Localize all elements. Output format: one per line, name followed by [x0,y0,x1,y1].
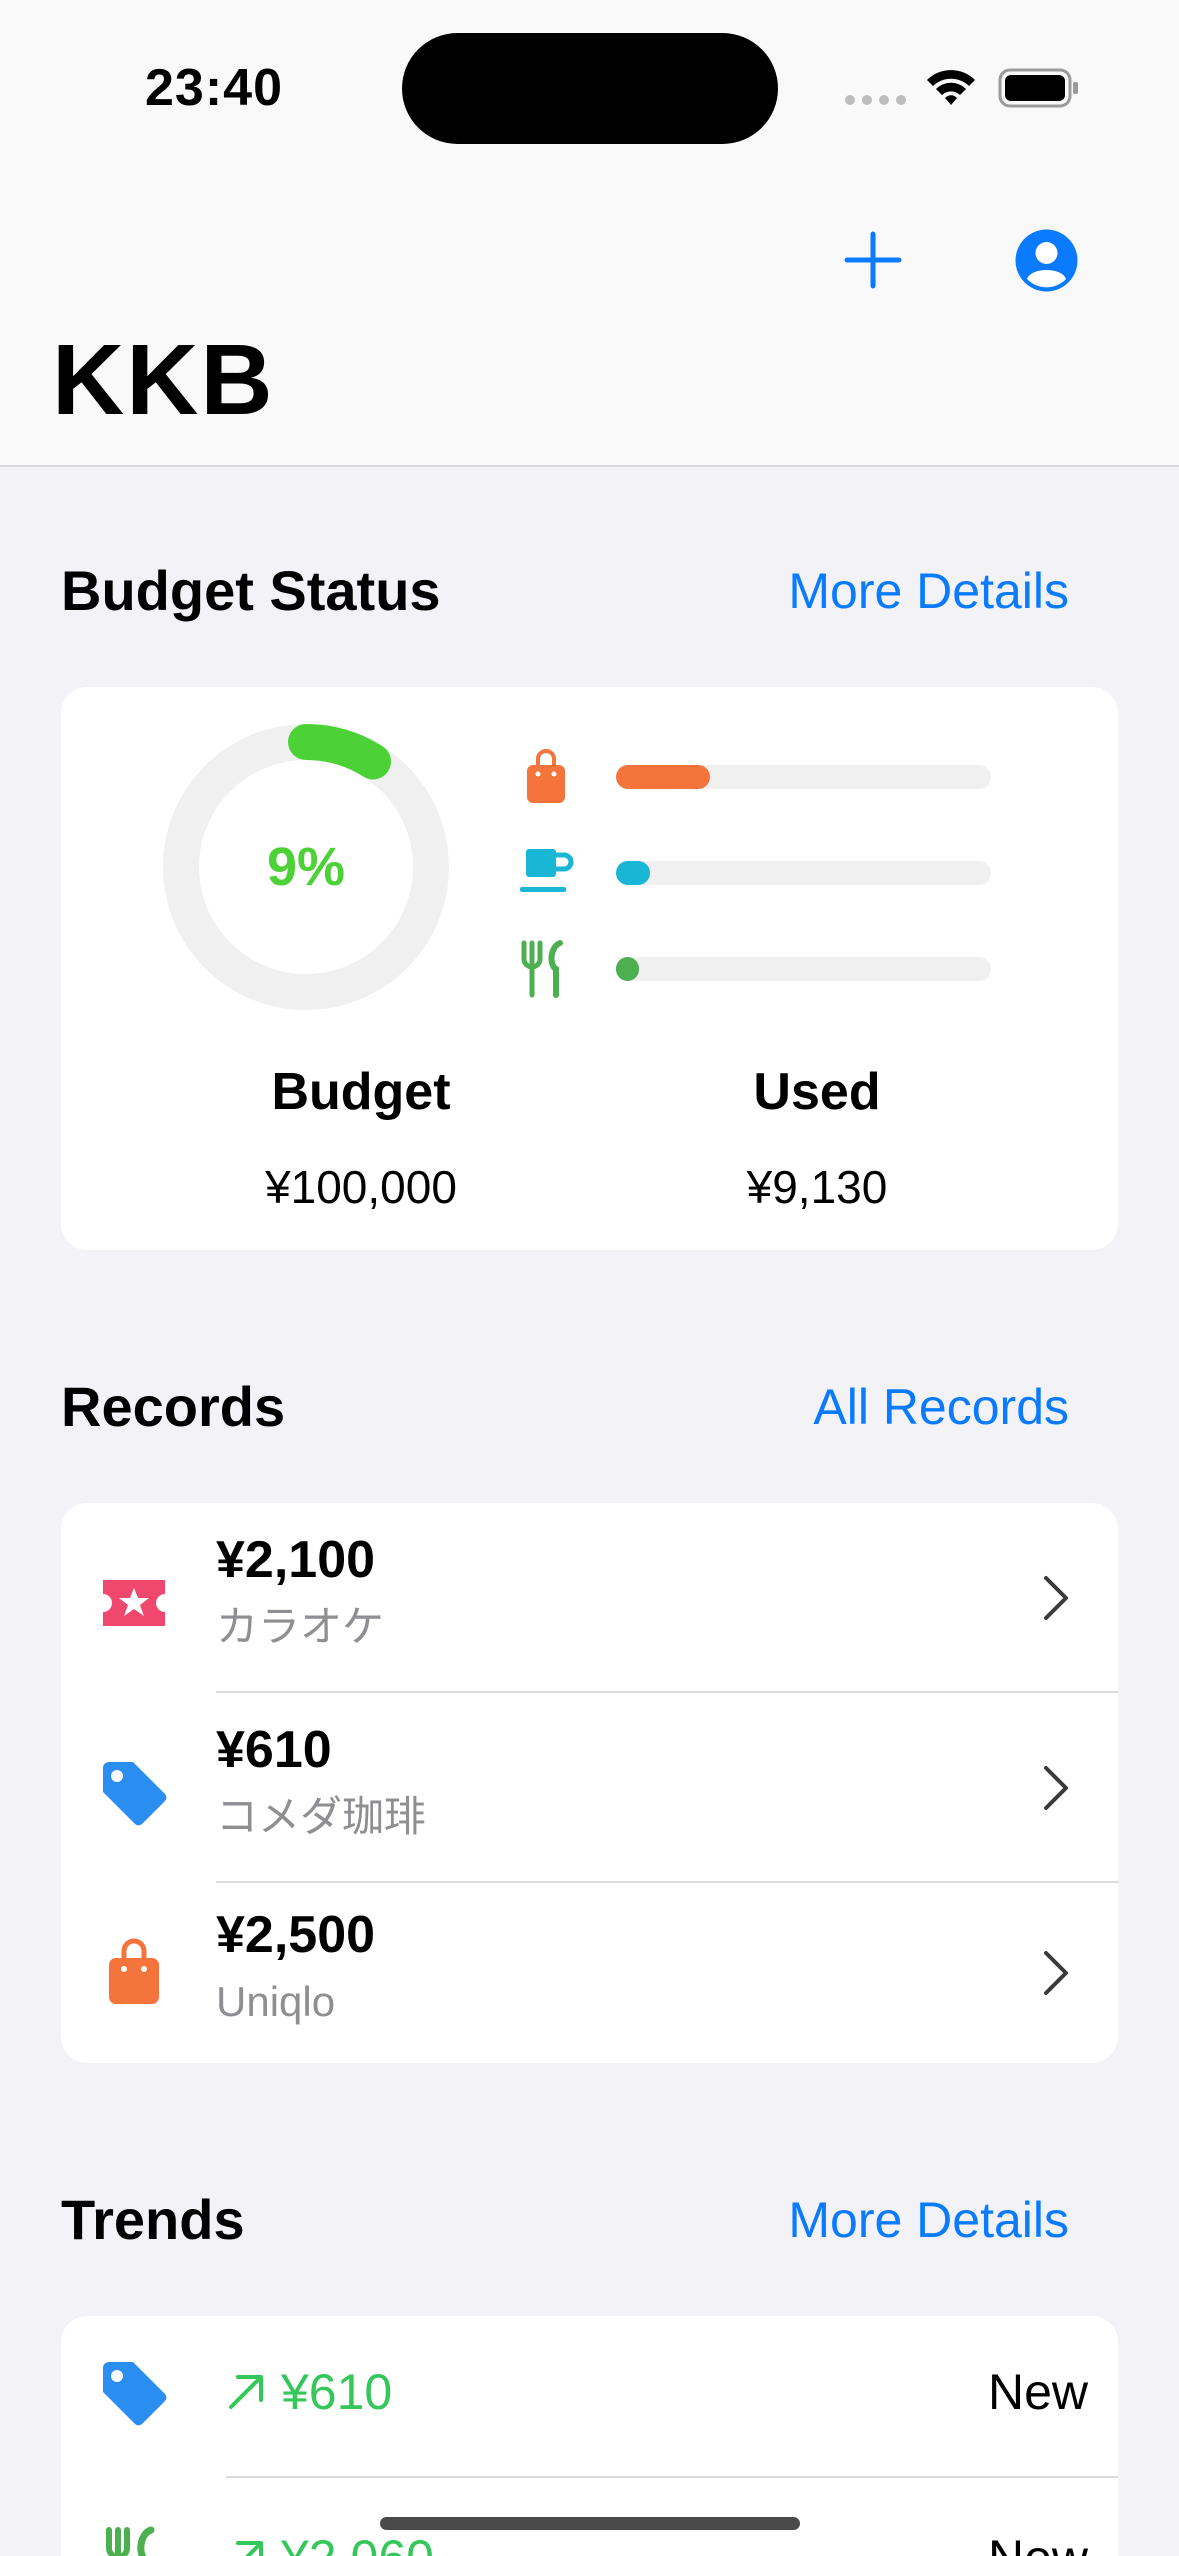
page-title: KKB [52,324,275,436]
home-indicator [380,2517,800,2530]
add-record-button[interactable] [843,230,903,290]
budget-label: Budget [271,1063,451,1121]
budget-value: ¥100,000 [265,1161,457,1213]
price-tag-icon [103,2362,167,2426]
arrow-up-right-icon [236,2541,263,2556]
used-value: ¥9,130 [746,1161,888,1213]
category-bar-track [616,765,991,789]
used-label: Used [753,1063,881,1121]
fork-knife-icon [106,2526,155,2556]
records-card: ¥2,100 カラオケ ¥610 コメダ珈琲 ¥2,500 Uniqlo [61,1503,1118,2063]
category-bar-track [616,861,991,885]
arrow-up-right-icon [229,2375,263,2409]
record-name: Uniqlo [216,1978,336,2025]
category-bar-food [516,939,1056,999]
category-bar-cafe [516,843,1056,903]
record-name: コメダ珈琲 [216,1793,427,1840]
trend-status: New [987,2364,1088,2420]
record-amount: ¥2,100 [216,1531,376,1589]
trends-more-details-link[interactable]: More Details [788,2185,1069,2255]
price-tag-icon [103,1762,167,1826]
profile-button[interactable] [1015,229,1078,292]
category-bar-track [616,957,991,981]
budget-more-details-link[interactable]: More Details [788,556,1069,626]
record-name: カラオケ [216,1603,385,1650]
record-amount: ¥610 [216,1721,332,1779]
coffee-cup-icon [520,849,574,892]
trends-heading: Trends [61,2188,245,2251]
category-bar-fill [616,861,650,885]
fork-knife-icon [521,940,563,998]
category-bar-fill [616,765,710,789]
record-row[interactable]: ¥610 コメダ珈琲 [61,1693,1118,1883]
budget-percent-label: 9% [266,837,346,897]
record-row[interactable]: ¥2,500 Uniqlo [61,1883,1118,2063]
battery-icon [998,68,1078,108]
trend-status: New [988,2526,1088,2556]
trend-amount: ¥610 [281,2364,393,2420]
chevron-right-icon [1044,1576,1068,1620]
category-bar-shopping [516,747,1056,807]
budget-status-card[interactable]: 9% Budget ¥100,000 Used ¥9,130 [61,687,1118,1250]
dynamic-island [402,33,778,144]
trend-row[interactable]: ¥2,060 New [61,2476,1118,2556]
record-amount: ¥2,500 [216,1906,376,1964]
records-heading: Records [61,1375,286,1438]
shopping-bag-icon [109,1938,159,2004]
all-records-link[interactable]: All Records [813,1372,1069,1442]
budget-status-heading: Budget Status [61,559,441,622]
navigation-bar: 23:40 KKB [0,0,1179,467]
shopping-bag-icon [527,749,565,803]
ticket-star-icon [103,1580,165,1626]
record-row[interactable]: ¥2,100 カラオケ [61,1503,1118,1693]
chevron-right-icon [1044,1766,1068,1810]
chevron-right-icon [1044,1951,1068,1995]
cellular-signal-icon [845,95,907,105]
status-time: 23:40 [145,59,283,117]
wifi-icon [927,70,975,105]
trend-amount: ¥2,060 [281,2526,434,2556]
category-bar-fill [616,957,639,981]
